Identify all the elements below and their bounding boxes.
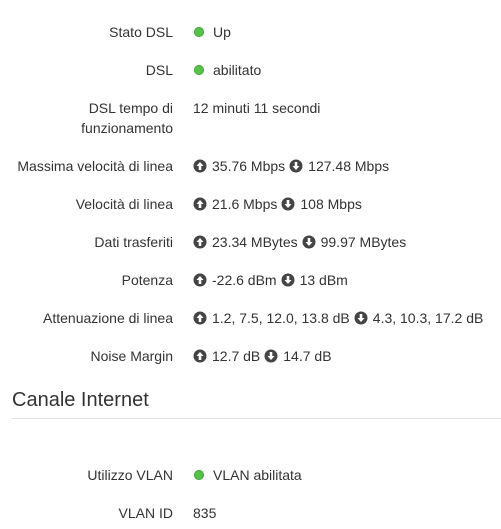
arrow-down-circle-icon	[354, 311, 368, 325]
arrow-down-circle-icon	[281, 273, 295, 287]
line-rate-label: Velocità di linea	[75, 196, 173, 212]
arrow-up-circle-icon	[193, 273, 207, 287]
dsl-status-value: Up	[193, 22, 231, 42]
dsl-value: abilitato	[193, 60, 261, 80]
attenuation-value: 1.2, 7.5, 12.0, 13.8 dB 4.3, 10.3, 17.2 …	[193, 308, 483, 328]
section-divider	[12, 418, 501, 419]
max-line-rate-value: 35.76 Mbps 127.48 Mbps	[193, 156, 389, 176]
data-transferred-up: 23.34 MBytes	[212, 234, 298, 250]
line-rate-value: 21.6 Mbps 108 Mbps	[193, 194, 362, 214]
dsl-uptime-label: DSL tempo di funzionamento	[5, 98, 173, 138]
max-line-rate-up: 35.76 Mbps	[212, 158, 286, 174]
arrow-up-circle-icon	[193, 235, 207, 249]
arrow-down-circle-icon	[264, 349, 278, 363]
attenuation-label: Attenuazione di linea	[43, 310, 173, 326]
dsl-status-label: Stato DSL	[109, 24, 173, 40]
data-transferred-label: Dati trasferiti	[94, 234, 173, 250]
arrow-up-circle-icon	[193, 159, 207, 173]
noise-margin-label: Noise Margin	[90, 348, 173, 364]
dsl-uptime-value: 12 minuti 11 secondi	[193, 100, 321, 116]
data-transferred-value: 23.34 MBytes 99.97 MBytes	[193, 232, 406, 252]
section-title-internet: Canale Internet	[12, 389, 149, 411]
power-down: 13 dBm	[299, 272, 348, 288]
dsl-text: abilitato	[213, 62, 262, 78]
noise-margin-up: 12.7 dB	[212, 348, 261, 364]
status-dot-green-icon	[194, 65, 204, 75]
vlan-usage-label: Utilizzo VLAN	[87, 467, 173, 483]
arrow-up-circle-icon	[193, 197, 207, 211]
arrow-up-circle-icon	[193, 311, 207, 325]
noise-margin-value: 12.7 dB 14.7 dB	[193, 346, 332, 366]
dsl-uptime-label-line1: DSL tempo di	[88, 100, 173, 116]
power-label: Potenza	[121, 272, 173, 288]
max-line-rate-label: Massima velocità di linea	[17, 158, 173, 174]
power-value: -22.6 dBm 13 dBm	[193, 270, 348, 290]
noise-margin-down: 14.7 dB	[283, 348, 332, 364]
dsl-status-text: Up	[213, 24, 231, 40]
status-dot-green-icon	[194, 27, 204, 37]
vlan-id-label: VLAN ID	[118, 505, 173, 521]
arrow-up-circle-icon	[193, 349, 207, 363]
data-transferred-down: 99.97 MBytes	[320, 234, 407, 250]
arrow-down-circle-icon	[289, 159, 303, 173]
row-dsl-uptime: DSL tempo di funzionamento 12 minuti 11 …	[0, 98, 501, 140]
attenuation-down: 4.3, 10.3, 17.2 dB	[372, 310, 484, 326]
arrow-down-circle-icon	[302, 235, 316, 249]
vlan-usage-value: VLAN abilitata	[193, 465, 302, 485]
dsl-label: DSL	[145, 62, 173, 78]
vlan-usage-text: VLAN abilitata	[213, 467, 302, 483]
line-rate-up: 21.6 Mbps	[212, 196, 278, 212]
power-up: -22.6 dBm	[212, 272, 277, 288]
arrow-down-circle-icon	[281, 197, 295, 211]
max-line-rate-down: 127.48 Mbps	[308, 158, 390, 174]
vlan-id-value: 835	[193, 505, 217, 521]
dsl-uptime-label-line2: funzionamento	[81, 120, 173, 136]
line-rate-down: 108 Mbps	[300, 196, 362, 212]
status-dot-green-icon	[194, 470, 204, 480]
attenuation-up: 1.2, 7.5, 12.0, 13.8 dB	[212, 310, 350, 326]
